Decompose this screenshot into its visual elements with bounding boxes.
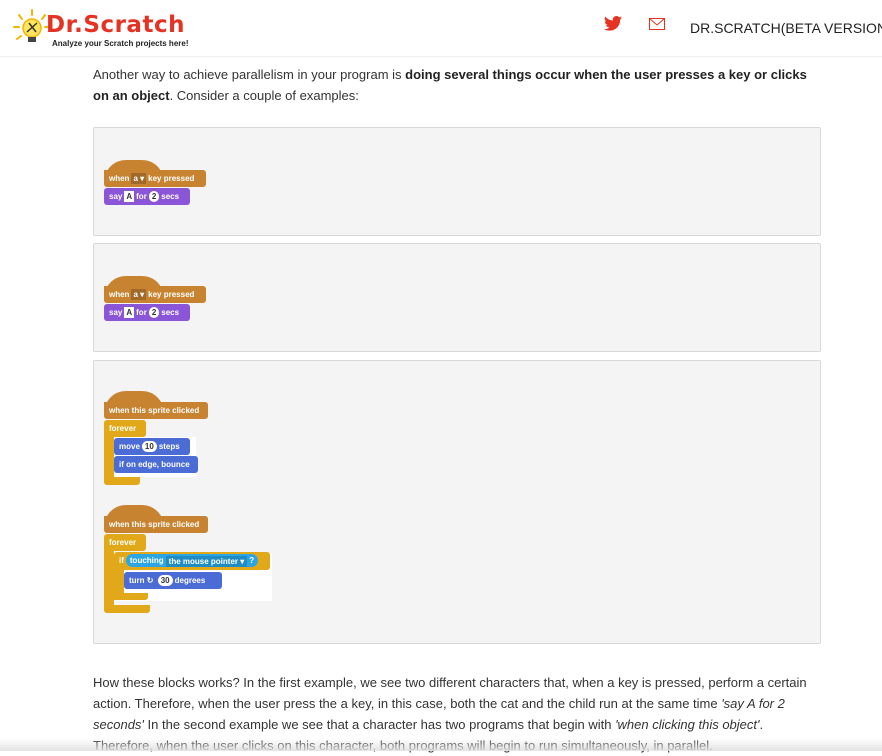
secs-input[interactable]: 2 <box>148 191 160 203</box>
example-box-1: when a ▾ key pressed say Afor 2 secs <box>93 127 821 236</box>
secs-input[interactable]: 2 <box>148 307 160 319</box>
when-key-pressed-block[interactable]: when a ▾ key pressed <box>104 170 206 187</box>
touching-block[interactable]: touching the mouse pointer ▾? <box>125 554 259 568</box>
explanation-text: How these blocks works? In the first exa… <box>93 675 807 711</box>
example-box-3: when this sprite clicked forever move 10 s… <box>93 360 821 644</box>
bottom-fade <box>0 738 882 751</box>
block-label: steps <box>158 442 180 451</box>
key-dropdown[interactable]: a ▾ <box>131 289 147 301</box>
steps-input[interactable]: 10 <box>141 441 157 453</box>
key-dropdown[interactable]: a ▾ <box>131 173 147 185</box>
site-header: Dr.Scratch Analyze your Scratch projects… <box>0 0 882 57</box>
block-label: when <box>109 290 130 299</box>
block-label: say <box>109 308 123 317</box>
block-label: when <box>109 174 130 183</box>
degrees-input[interactable]: 30 <box>157 575 173 587</box>
block-label: for <box>136 308 147 317</box>
move-steps-block[interactable]: move 10 steps <box>114 438 190 455</box>
forever-arm <box>104 433 114 483</box>
block-label: turn <box>129 576 145 585</box>
forever-arm <box>104 547 114 611</box>
say-message-input[interactable]: A <box>124 191 135 203</box>
intro-paragraph: Another way to achieve parallelism in yo… <box>93 64 817 106</box>
when-sprite-clicked-block[interactable]: when this sprite clicked <box>104 516 208 533</box>
key-value: a <box>133 174 138 184</box>
block-label: ? <box>249 556 255 566</box>
logo[interactable]: Dr.Scratch Analyze your Scratch projects… <box>12 8 192 52</box>
logo-tagline: Analyze your Scratch projects here! <box>52 39 189 48</box>
forever-foot <box>104 605 150 613</box>
site-title[interactable]: DR.SCRATCH(BETA VERSION) <box>690 20 882 36</box>
block-label: for <box>136 192 147 201</box>
twitter-icon[interactable] <box>604 16 622 31</box>
rotate-clockwise-icon: ↻ <box>144 576 156 585</box>
if-foot <box>114 593 148 600</box>
forever-foot <box>104 477 140 485</box>
mail-icon[interactable] <box>649 18 665 30</box>
when-sprite-clicked-block[interactable]: when this sprite clicked <box>104 402 208 419</box>
explanation-text: In the second example we see that a char… <box>143 717 616 732</box>
touching-target-dropdown[interactable]: the mouse pointer ▾ <box>165 555 248 567</box>
target-value: the mouse pointer <box>168 556 239 566</box>
say-for-secs-block[interactable]: say Afor 2 secs <box>104 188 190 205</box>
bounce-block[interactable]: if on edge, bounce <box>114 456 198 473</box>
turn-degrees-block[interactable]: turn ↻ 30 degrees <box>124 572 222 589</box>
block-label: key pressed <box>148 290 195 299</box>
intro-text-end: . Consider a couple of examples: <box>169 88 359 103</box>
logo-text: Dr.Scratch <box>46 12 185 38</box>
example-box-2: when a ▾ key pressed say Afor 2 secs <box>93 243 821 352</box>
if-block[interactable]: if touching the mouse pointer ▾? <box>114 552 270 570</box>
block-label: key pressed <box>148 174 195 183</box>
when-key-pressed-block[interactable]: when a ▾ key pressed <box>104 286 206 303</box>
block-label: touching <box>129 556 164 566</box>
block-label: if <box>119 556 124 565</box>
block-label: secs <box>161 308 180 317</box>
intro-text: Another way to achieve parallelism in yo… <box>93 67 406 82</box>
block-label: secs <box>161 192 180 201</box>
explanation-quote: 'when clicking this object' <box>615 717 760 732</box>
say-message-input[interactable]: A <box>124 307 135 319</box>
block-label: move <box>119 442 140 451</box>
say-for-secs-block[interactable]: say Afor 2 secs <box>104 304 190 321</box>
key-value: a <box>133 290 138 300</box>
block-label: say <box>109 192 123 201</box>
block-label: degrees <box>174 576 206 585</box>
